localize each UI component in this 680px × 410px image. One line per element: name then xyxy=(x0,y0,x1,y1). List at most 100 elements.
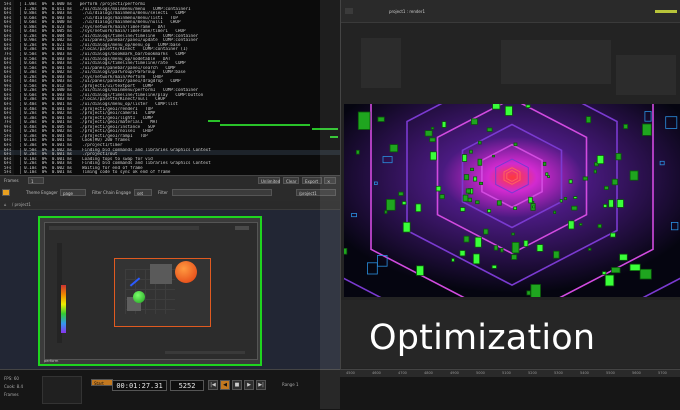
clear-button[interactable]: Clear xyxy=(283,177,299,184)
tunnel-block xyxy=(417,266,424,276)
tunnel-block xyxy=(586,117,590,123)
cook-bar xyxy=(208,120,220,122)
tunnel-block xyxy=(474,177,477,181)
tunnel-block xyxy=(612,268,620,273)
node-header-button[interactable] xyxy=(235,226,249,230)
close-icon[interactable]: × xyxy=(324,177,336,184)
tunnel-block xyxy=(560,200,562,203)
ruler-tick-label: 4500 xyxy=(346,371,355,375)
network-path[interactable]: / project1 xyxy=(12,202,31,207)
selected-node[interactable]: perform xyxy=(38,216,262,366)
theme-field[interactable]: page xyxy=(60,189,86,196)
filter2-label: Filter xyxy=(158,190,168,195)
start-button[interactable]: Start xyxy=(91,379,113,386)
tunnel-block xyxy=(572,206,577,210)
tunnel-block xyxy=(589,248,591,250)
unlimited-button[interactable]: Unlimited xyxy=(258,177,280,184)
tunnel-block xyxy=(554,211,556,214)
tunnel-block xyxy=(526,105,530,108)
filter-label: Filter Chain Engage xyxy=(92,190,131,195)
viewport-box xyxy=(150,264,172,284)
home-icon[interactable]: ⌂ xyxy=(4,202,7,207)
viewer-pane: project1 : render1 Optimization xyxy=(340,0,680,369)
tunnel-block xyxy=(492,265,496,268)
ruler-tick-label: 4700 xyxy=(398,371,407,375)
network-path-bar: ⌂ / project1 xyxy=(0,201,340,210)
forward-button[interactable]: ▶| xyxy=(256,380,266,390)
tunnel-block xyxy=(616,154,621,160)
filter-field[interactable]: set xyxy=(134,189,152,196)
tunnel-block xyxy=(399,192,404,195)
perf-graph xyxy=(42,376,82,404)
timeline-ruler[interactable]: 4500460047004800490050005100520053005400… xyxy=(340,370,680,377)
ruler-tick-label: 5600 xyxy=(632,371,641,375)
tunnel-block xyxy=(344,248,347,254)
red-sphere xyxy=(175,261,197,283)
path-field[interactable]: /project1 xyxy=(296,189,336,196)
perform-log-panel: 5Fs | 1.0ms 0% 0.000 ms perform /project… xyxy=(0,0,340,175)
step-back-button[interactable]: ◀ xyxy=(220,380,230,390)
log-lines: 5Fs | 1.0ms 0% 0.000 ms perform /project… xyxy=(4,2,336,175)
tunnel-block xyxy=(430,138,436,142)
tunnel-block xyxy=(493,104,500,109)
tunnel-block xyxy=(425,131,432,137)
tunnel-block xyxy=(460,251,465,256)
ruler-tick-label: 5200 xyxy=(528,371,537,375)
tunnel-block xyxy=(643,124,652,135)
ruler-tick-label: 5400 xyxy=(580,371,589,375)
color-ramp xyxy=(61,285,66,333)
tunnel-block xyxy=(436,186,441,191)
render-viewport[interactable] xyxy=(114,258,211,327)
tunnel-block xyxy=(494,246,497,250)
tunnel-block xyxy=(402,202,406,205)
tunnel-block xyxy=(358,112,370,130)
tunnel-block xyxy=(624,124,628,128)
filter2-field[interactable] xyxy=(172,189,272,196)
ruler-tick-label: 5500 xyxy=(606,371,615,375)
viewer-menu-icon[interactable] xyxy=(345,8,353,14)
tunnel-block xyxy=(610,233,615,237)
frame-display[interactable]: 5252 xyxy=(170,380,204,391)
fps-label: FPS: 60 xyxy=(4,376,19,381)
tunnel-block xyxy=(512,242,519,253)
rewind-button[interactable]: |◀ xyxy=(208,380,218,390)
render-output xyxy=(344,104,680,297)
viewer-title: project1 : render1 xyxy=(389,9,425,14)
tunnel-block xyxy=(512,233,515,235)
tunnel-block xyxy=(501,248,503,252)
stop-button[interactable]: ■ xyxy=(232,380,242,390)
tunnel-block xyxy=(440,195,444,199)
tunnel-block xyxy=(487,128,492,131)
play-icon[interactable] xyxy=(2,189,10,196)
tunnel-block xyxy=(597,156,604,164)
tunnel-block xyxy=(463,195,468,201)
tunnel-block xyxy=(403,222,410,232)
tunnel-block xyxy=(527,291,530,295)
tunnel-block xyxy=(630,264,640,270)
tunnel-block xyxy=(416,204,421,212)
timecode-display[interactable]: 00:01:27.31 xyxy=(112,380,167,391)
tunnel-block xyxy=(475,237,481,247)
tunnel-block xyxy=(620,254,628,260)
frames-field[interactable]: 1 xyxy=(28,177,44,184)
tunnel-block xyxy=(605,275,614,286)
optimization-caption: Optimization xyxy=(369,318,595,358)
tunnel-block xyxy=(531,285,541,298)
ruler-tick-label: 5100 xyxy=(502,371,511,375)
tunnel-block xyxy=(356,150,359,154)
tunnel-block xyxy=(533,206,535,208)
frames-label-tl: Frames xyxy=(4,392,19,397)
tunnel-block xyxy=(460,208,465,212)
tunnel-block xyxy=(476,201,480,204)
tunnel-block xyxy=(442,122,446,128)
node-status-text xyxy=(165,351,245,354)
tunnel-block xyxy=(569,180,572,183)
export-button[interactable]: Export xyxy=(302,177,322,184)
tunnel-block xyxy=(594,170,596,173)
play-button[interactable]: ▶ xyxy=(244,380,254,390)
tunnel-block xyxy=(479,182,482,184)
ruler-tick-label: 4800 xyxy=(424,371,433,375)
bg-shape xyxy=(501,40,611,84)
tunnel-block xyxy=(390,145,398,152)
log-toolbar: Frames 1 Unlimited Clear Export × Theme … xyxy=(0,175,340,202)
